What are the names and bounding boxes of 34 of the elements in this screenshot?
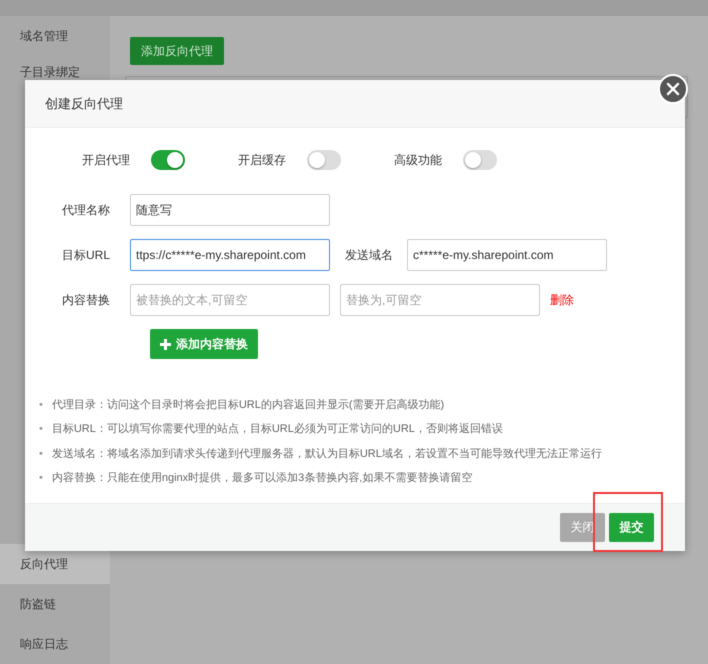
help-note: 发送域名：将域名添加到请求头传递到代理服务器，默认为目标URL域名，若设置不当可能导致代理无法正常运行 (52, 446, 602, 461)
text-field[interactable]: c*****e-my.sharepoint.com (407, 239, 607, 271)
field-label: 目标URL (60, 246, 111, 264)
switch-label: 高级功能 (394, 152, 443, 168)
toggle-switch[interactable] (463, 150, 497, 170)
toggle-switch[interactable] (307, 150, 341, 170)
help-note: 目标URL：可以填写你需要代理的站点，目标URL必须为可正常访问的URL，否则将返回错误 (52, 422, 503, 436)
sidebar-item[interactable]: 防盗链 (0, 584, 110, 624)
plus-icon (160, 338, 171, 350)
text-field[interactable]: 随意写 (130, 194, 330, 226)
delete-link[interactable]: 删除 (550, 292, 574, 308)
toggle-switch[interactable] (151, 150, 185, 170)
bullet: • (39, 398, 43, 412)
dialog-title: 创建反向代理 (45, 94, 123, 112)
input-field[interactable]: 被替换的文本,可留空 (130, 284, 330, 316)
text-field[interactable]: ttps://c*****e-my.sharepoint.com (130, 239, 330, 271)
field-label: 代理名称 (61, 202, 111, 218)
bullet: • (39, 471, 43, 486)
field-label: 内容替换 (61, 292, 111, 308)
bullet: • (39, 446, 43, 461)
submit-button[interactable]: 提交 (609, 513, 654, 542)
help-note: 内容替换：只能在使用nginx时提供，最多可以添加3条替换内容,如果不需要替换请留空 (52, 471, 472, 486)
field-label: 发送域名 (344, 246, 394, 264)
add-replace-button[interactable]: 添加内容替换 (150, 329, 258, 359)
switch-label: 开启代理 (82, 152, 131, 168)
help-note: 代理目录：访问这个目录时将会把目标URL的内容返回并显示(需要开启高级功能) (52, 398, 444, 412)
close-icon[interactable] (658, 74, 688, 104)
sidebar-item[interactable]: 响应日志 (0, 624, 110, 664)
sidebar-item[interactable]: 域名管理 (0, 18, 110, 54)
input-field[interactable]: 替换为,可留空 (340, 284, 540, 316)
highlight-box (593, 492, 663, 552)
bullet: • (39, 422, 43, 436)
switch-label: 开启缓存 (238, 152, 287, 168)
add-proxy-button[interactable]: 添加反向代理 (130, 37, 224, 65)
